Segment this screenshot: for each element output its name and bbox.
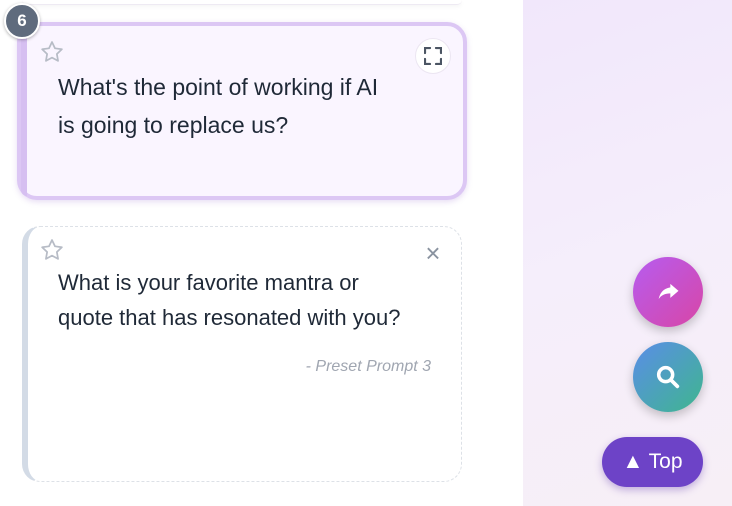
share-button[interactable] (633, 257, 703, 327)
star-icon[interactable] (39, 39, 65, 65)
preset-prompt-tag: - Preset Prompt 3 (305, 358, 431, 375)
card-prompt-line-2: is going to replace us? (58, 112, 289, 138)
card-number-badge: 6 (4, 3, 40, 39)
search-button[interactable] (633, 342, 703, 412)
search-icon (656, 365, 680, 389)
close-icon: × (425, 238, 441, 268)
card-prompt-line-1: What is your favorite mantra or (58, 270, 359, 295)
expand-icon (424, 47, 442, 65)
previous-card-edge (22, 0, 462, 5)
card-prompt-line-2: quote that has resonated with you? (58, 305, 401, 330)
close-button[interactable]: × (422, 238, 444, 268)
card-prompt-line-1: What's the point of working if AI (58, 74, 379, 100)
star-icon[interactable] (39, 237, 65, 263)
scroll-to-top-button[interactable]: ▲ Top (602, 437, 703, 487)
side-panel-background (523, 0, 732, 506)
expand-button[interactable] (415, 38, 451, 74)
share-arrow-icon (658, 283, 679, 299)
